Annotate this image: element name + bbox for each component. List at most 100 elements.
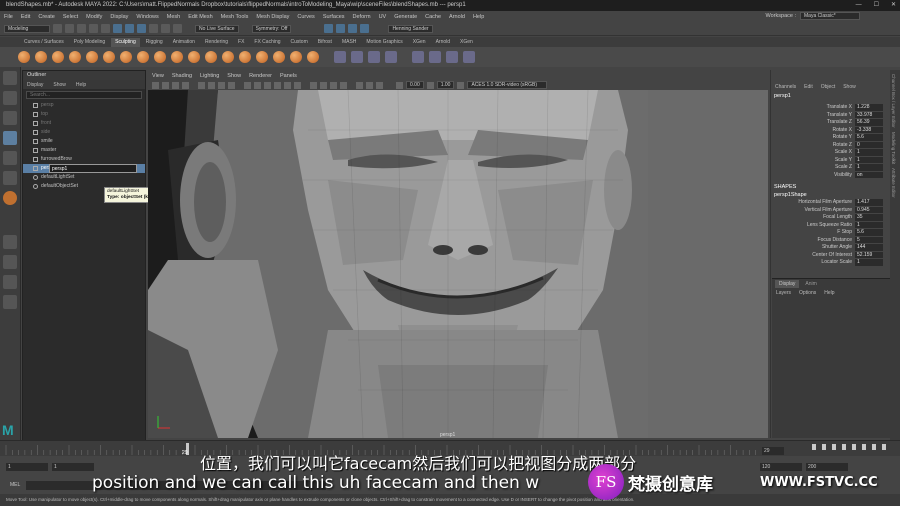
menu-item-file[interactable]: File xyxy=(4,14,13,20)
gate-mask-icon[interactable] xyxy=(228,81,235,89)
attribute-row[interactable]: F Stop 5.6 xyxy=(771,229,890,237)
attribute-row[interactable]: Vertical Film Aperture 0.945 xyxy=(771,206,890,214)
depth-of-field-icon[interactable] xyxy=(340,81,347,89)
attribute-value[interactable]: 5.6 xyxy=(855,229,883,237)
attribute-value[interactable]: 33.978 xyxy=(855,111,883,119)
go-to-start-icon[interactable] xyxy=(812,444,818,450)
attribute-value[interactable]: 1 xyxy=(855,149,883,157)
menu-item-select[interactable]: Select xyxy=(63,14,78,20)
foamy-tool-icon[interactable] xyxy=(120,51,132,63)
blend-shape-icon[interactable] xyxy=(429,51,441,63)
single-view-icon[interactable] xyxy=(3,235,17,249)
attribute-row[interactable]: Scale X1 xyxy=(771,149,890,157)
outliner-menu-show[interactable]: Show xyxy=(53,82,66,88)
mesh-display-icon[interactable] xyxy=(412,51,424,63)
outliner-item[interactable]: furrowedBrow xyxy=(23,155,145,164)
shelf-tab-mash[interactable]: MASH xyxy=(338,38,360,47)
range-start-field[interactable]: 1 xyxy=(6,463,48,471)
colorspace-dropdown[interactable]: ACES 1.0 SDR-video (sRGB) xyxy=(467,81,548,89)
attribute-value[interactable]: 52.159 xyxy=(855,251,883,259)
layer-tab-display[interactable]: Display xyxy=(775,279,800,288)
menu-item-deform[interactable]: Deform xyxy=(353,14,371,20)
isolate-select-icon[interactable] xyxy=(356,81,363,89)
outliner-item[interactable]: master xyxy=(23,146,145,155)
gamma-field[interactable]: 1.00 xyxy=(436,81,455,89)
lasso-tool-icon[interactable] xyxy=(3,91,17,105)
render-icon[interactable] xyxy=(324,24,334,33)
attribute-value[interactable]: 1 xyxy=(855,156,883,164)
ipr-icon[interactable] xyxy=(336,24,346,33)
amplify-tool-icon[interactable] xyxy=(290,51,302,63)
open-scene-icon[interactable] xyxy=(65,24,74,33)
step-forward-key-icon[interactable] xyxy=(862,444,868,450)
attribute-value[interactable]: 1 xyxy=(855,259,883,267)
unfreeze-icon[interactable] xyxy=(368,51,380,63)
menu-item-create[interactable]: Create xyxy=(38,14,55,20)
new-scene-icon[interactable] xyxy=(53,24,62,33)
shelf-tab-animation[interactable]: Animation xyxy=(169,38,199,47)
attribute-row[interactable]: Translate X 1.228 xyxy=(771,104,890,112)
menu-item-mesh[interactable]: Mesh xyxy=(167,14,180,20)
playback-start-field[interactable]: 1 xyxy=(52,463,94,471)
resolution-gate-icon[interactable] xyxy=(218,81,225,89)
go-to-end-icon[interactable] xyxy=(882,444,888,450)
bookmark-icon[interactable] xyxy=(172,81,179,89)
grid-icon[interactable] xyxy=(198,81,205,89)
smooth-tool-icon[interactable] xyxy=(35,51,47,63)
viewport-menu-lighting[interactable]: Lighting xyxy=(200,73,219,79)
live-surface-dropdown[interactable]: No Live Surface xyxy=(195,24,239,33)
workspace-dropdown[interactable]: Maya Classic* xyxy=(800,12,860,20)
step-back-key-icon[interactable] xyxy=(832,444,838,450)
save-scene-icon[interactable] xyxy=(77,24,86,33)
snap-grid-icon[interactable] xyxy=(149,24,158,33)
scrape-tool-icon[interactable] xyxy=(205,51,217,63)
play-forwards-icon[interactable] xyxy=(852,444,858,450)
snap-curve-icon[interactable] xyxy=(161,24,170,33)
attribute-value[interactable]: 144 xyxy=(855,244,883,252)
exposure-icon[interactable] xyxy=(396,81,403,89)
xray-joints-icon[interactable] xyxy=(376,81,383,89)
fill-tool-icon[interactable] xyxy=(222,51,234,63)
range-end-field[interactable]: 200 xyxy=(806,463,848,471)
gamma-icon[interactable] xyxy=(426,81,434,89)
channel-menu-channels[interactable]: Channels xyxy=(775,84,796,90)
layer-menu-layers[interactable]: Layers xyxy=(776,290,791,296)
side-tab[interactable]: Attribute Editor xyxy=(891,168,896,198)
attribute-value[interactable]: 1.417 xyxy=(855,199,883,207)
mode-dropdown[interactable]: Modeling xyxy=(4,24,50,33)
menu-item-generate[interactable]: Generate xyxy=(394,14,417,20)
menu-item-curves[interactable]: Curves xyxy=(297,14,314,20)
rotate-tool-icon[interactable] xyxy=(3,151,17,165)
attribute-row[interactable]: Horizontal Film Aperture 1.417 xyxy=(771,199,890,207)
shelf-tab-sculpting[interactable]: Sculpting xyxy=(111,37,140,47)
snap-point-icon[interactable] xyxy=(173,24,182,33)
attribute-row[interactable]: Rotate Y 5.6 xyxy=(771,134,890,142)
side-tab[interactable]: Modeling Toolkit xyxy=(891,132,896,164)
shelf-tab-fx[interactable]: FX xyxy=(234,38,248,47)
side-tab[interactable]: Channel Box / Layer Editor xyxy=(891,74,896,128)
menu-item-help[interactable]: Help xyxy=(473,14,484,20)
menu-item-arnold[interactable]: Arnold xyxy=(449,14,465,20)
redo-icon[interactable] xyxy=(101,24,110,33)
select-hierarchy-icon[interactable] xyxy=(113,24,122,33)
shelf-tab-arnold[interactable]: Arnold xyxy=(432,38,454,47)
select-tool-icon[interactable] xyxy=(3,71,17,85)
attribute-row[interactable]: Center Of Interest 52.159 xyxy=(771,251,890,259)
menu-item-modify[interactable]: Modify xyxy=(86,14,102,20)
attribute-row[interactable]: Locator Scale 1 xyxy=(771,259,890,267)
viewport-3d[interactable] xyxy=(148,90,768,438)
film-gate-icon[interactable] xyxy=(208,81,215,89)
wax-tool-icon[interactable] xyxy=(188,51,200,63)
layer-menu-options[interactable]: Options xyxy=(799,290,816,296)
lights-icon[interactable] xyxy=(284,81,291,89)
move-tool-icon[interactable] xyxy=(3,131,17,145)
step-forward-icon[interactable] xyxy=(872,444,878,450)
channel-menu-show[interactable]: Show xyxy=(843,84,856,90)
attribute-value[interactable]: 1 xyxy=(855,164,883,172)
attribute-row[interactable]: Lens Squeeze Ratio 1 xyxy=(771,221,890,229)
knife-tool-icon[interactable] xyxy=(239,51,251,63)
shelf-tab-bifrost[interactable]: Bifrost xyxy=(314,38,336,47)
bulge-tool-icon[interactable] xyxy=(273,51,285,63)
grab-tool-icon[interactable] xyxy=(69,51,81,63)
menu-item-windows[interactable]: Windows xyxy=(136,14,158,20)
